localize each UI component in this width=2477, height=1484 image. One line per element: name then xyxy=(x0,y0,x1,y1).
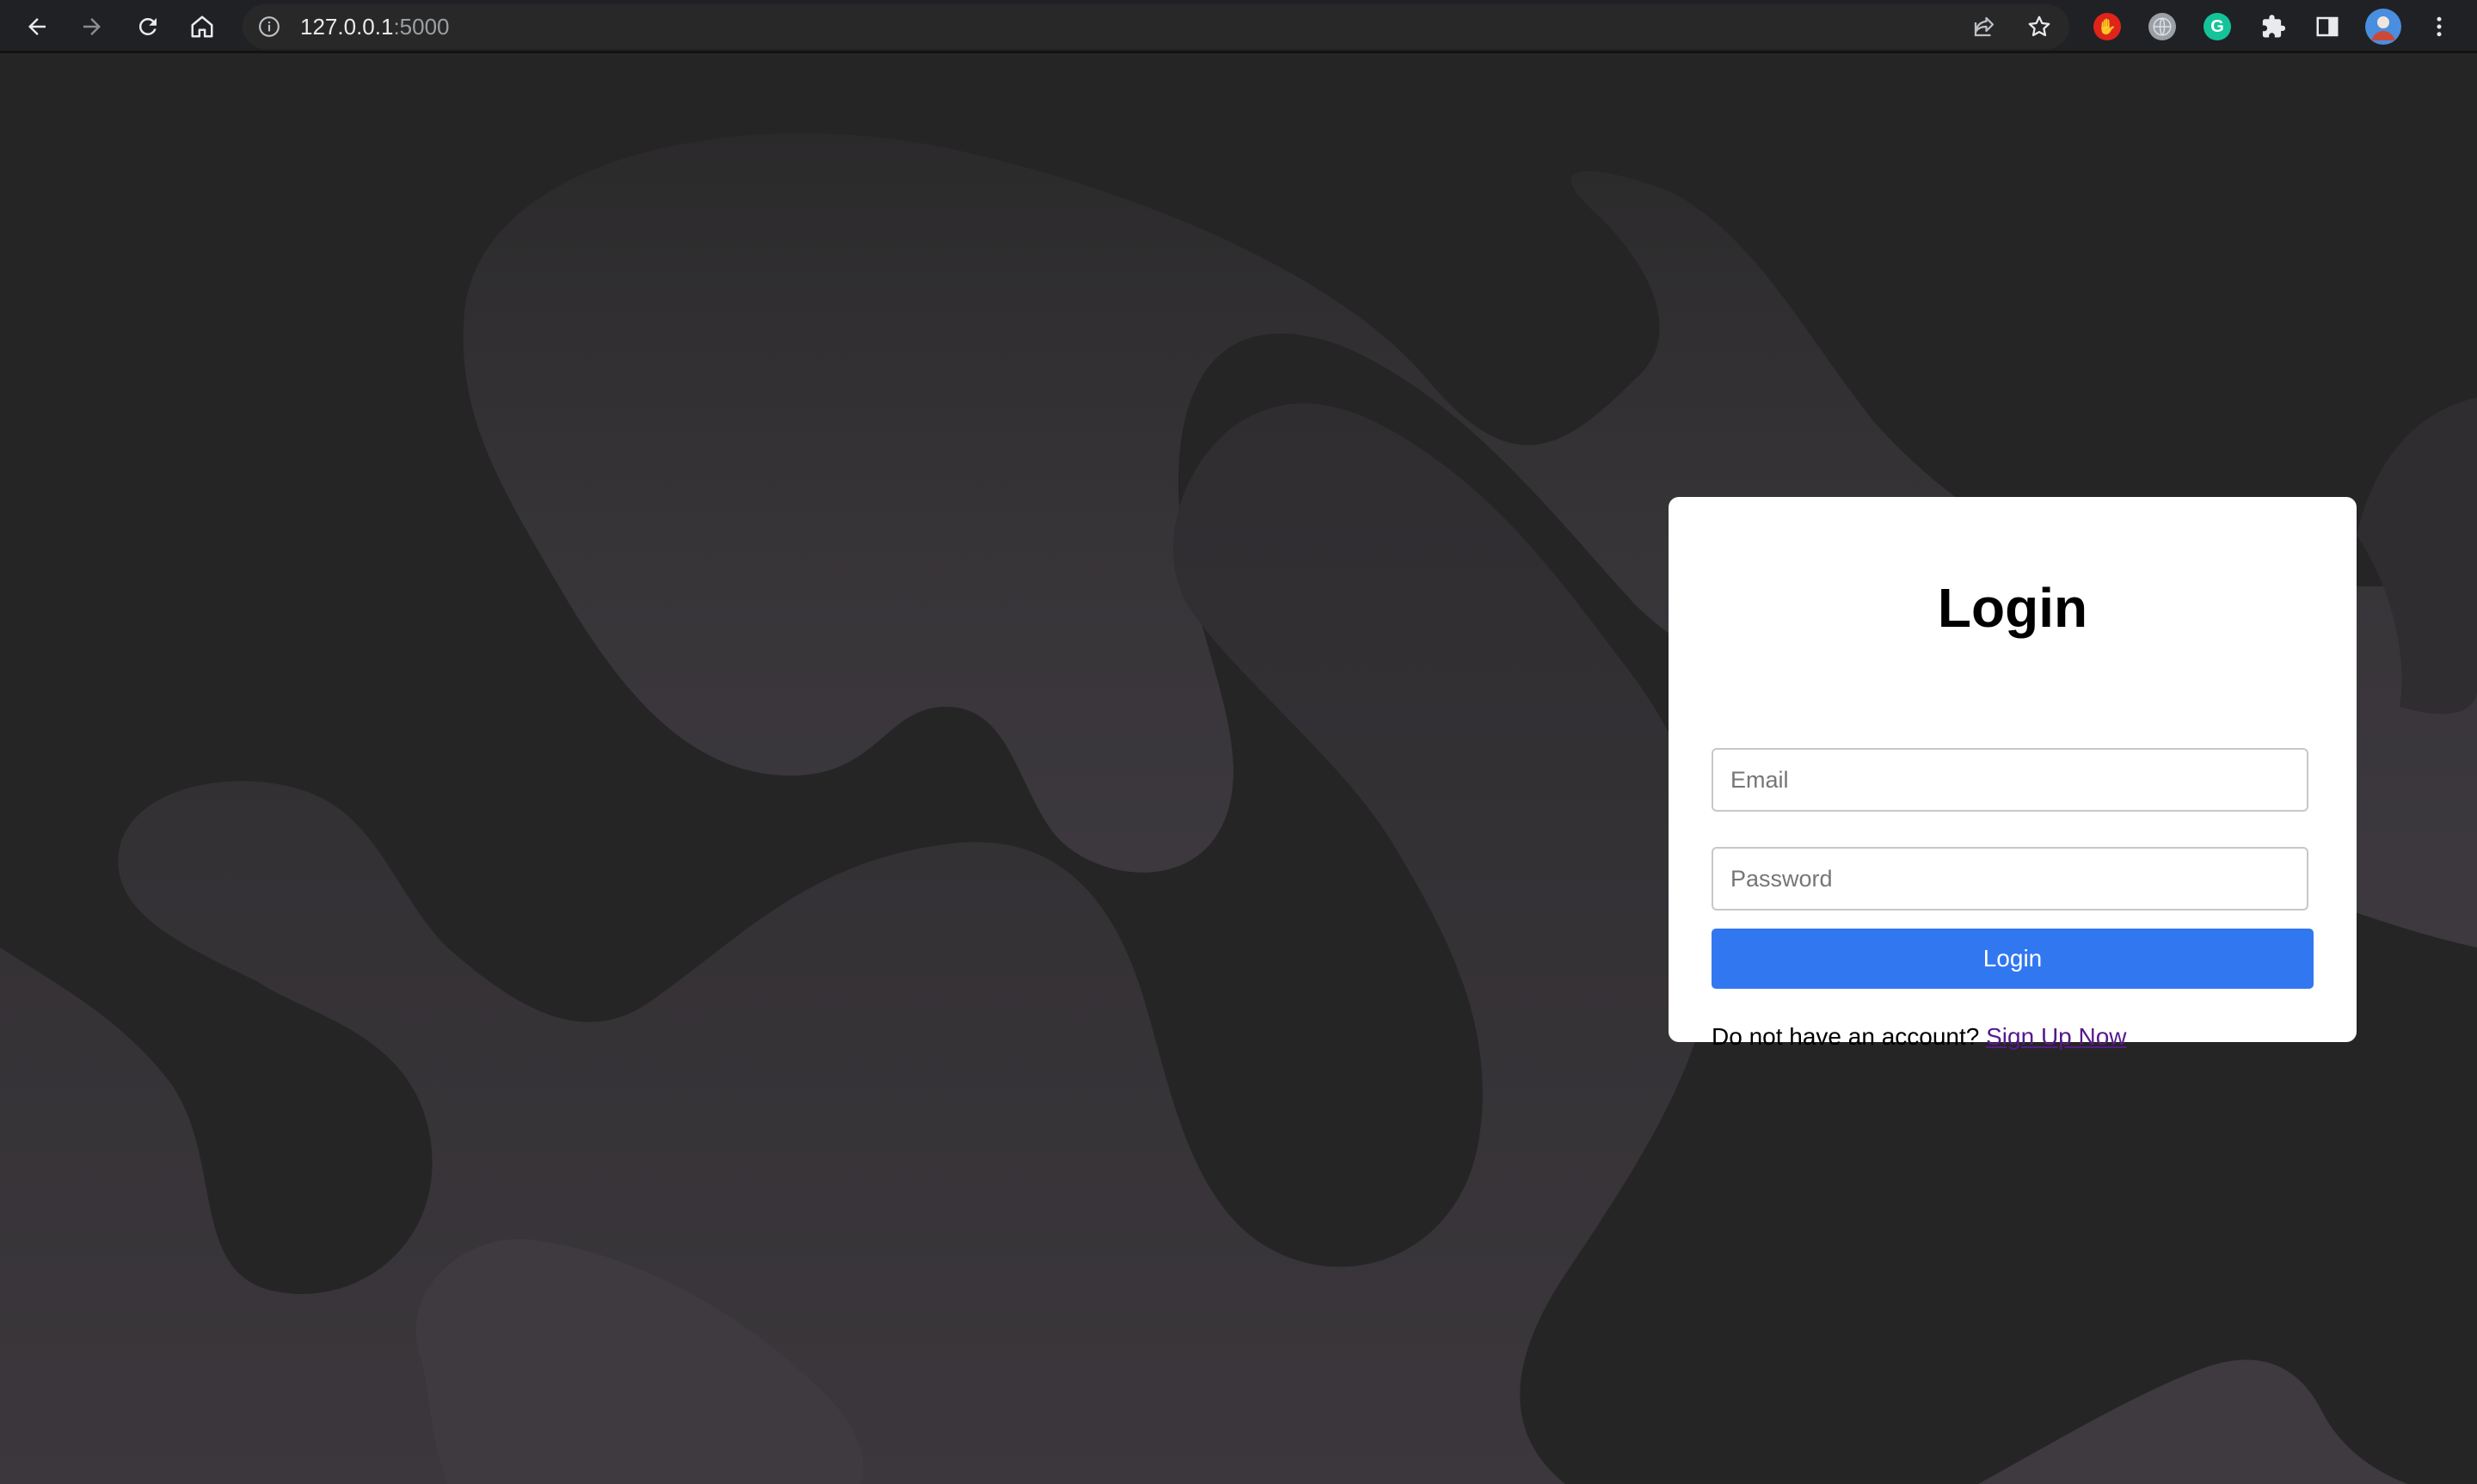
back-arrow-icon[interactable] xyxy=(17,7,57,46)
password-field[interactable] xyxy=(1712,847,2308,911)
info-icon[interactable] xyxy=(258,15,280,38)
extensions-puzzle-icon[interactable] xyxy=(2254,7,2294,46)
address-bar[interactable]: 127.0.0.1:5000 xyxy=(243,4,2069,49)
signup-prompt-line: Do not have an account? Sign Up Now xyxy=(1712,1023,2127,1051)
page-title: Login xyxy=(1937,577,2088,639)
profile-avatar[interactable] xyxy=(2363,7,2403,46)
sign-up-link[interactable]: Sign Up Now xyxy=(1986,1023,2126,1050)
side-panel-icon[interactable] xyxy=(2308,7,2347,46)
home-icon[interactable] xyxy=(182,7,222,46)
forward-arrow-icon[interactable] xyxy=(72,7,112,46)
browser-toolbar: 127.0.0.1:5000 ✋ G xyxy=(0,0,2477,53)
globe-extension-icon[interactable] xyxy=(2148,13,2176,40)
more-menu-icon[interactable] xyxy=(2419,7,2459,46)
adblock-extension-icon[interactable]: ✋ xyxy=(2093,13,2121,40)
reload-icon[interactable] xyxy=(128,7,168,46)
adblock-glyph: ✋ xyxy=(2097,17,2117,35)
url-port: :5000 xyxy=(393,14,450,40)
login-card: Login Login Do not have an account? Sign… xyxy=(1669,497,2357,1050)
signup-prompt-text: Do not have an account? xyxy=(1712,1023,1980,1050)
share-icon[interactable] xyxy=(1964,7,2004,46)
grammarly-glyph: G xyxy=(2210,16,2224,36)
grammarly-extension-icon[interactable]: G xyxy=(2203,13,2231,40)
url-host: 127.0.0.1 xyxy=(300,14,394,40)
star-icon[interactable] xyxy=(2019,7,2059,46)
browser-window: 127.0.0.1:5000 ✋ G Login Email Login Do … xyxy=(0,0,2477,1484)
email-field[interactable] xyxy=(1712,748,2308,812)
url-text[interactable]: 127.0.0.1:5000 xyxy=(300,14,450,40)
page-viewport: Login Login Do not have an account? Sign… xyxy=(0,53,2477,1484)
login-button[interactable]: Login xyxy=(1712,929,2314,989)
